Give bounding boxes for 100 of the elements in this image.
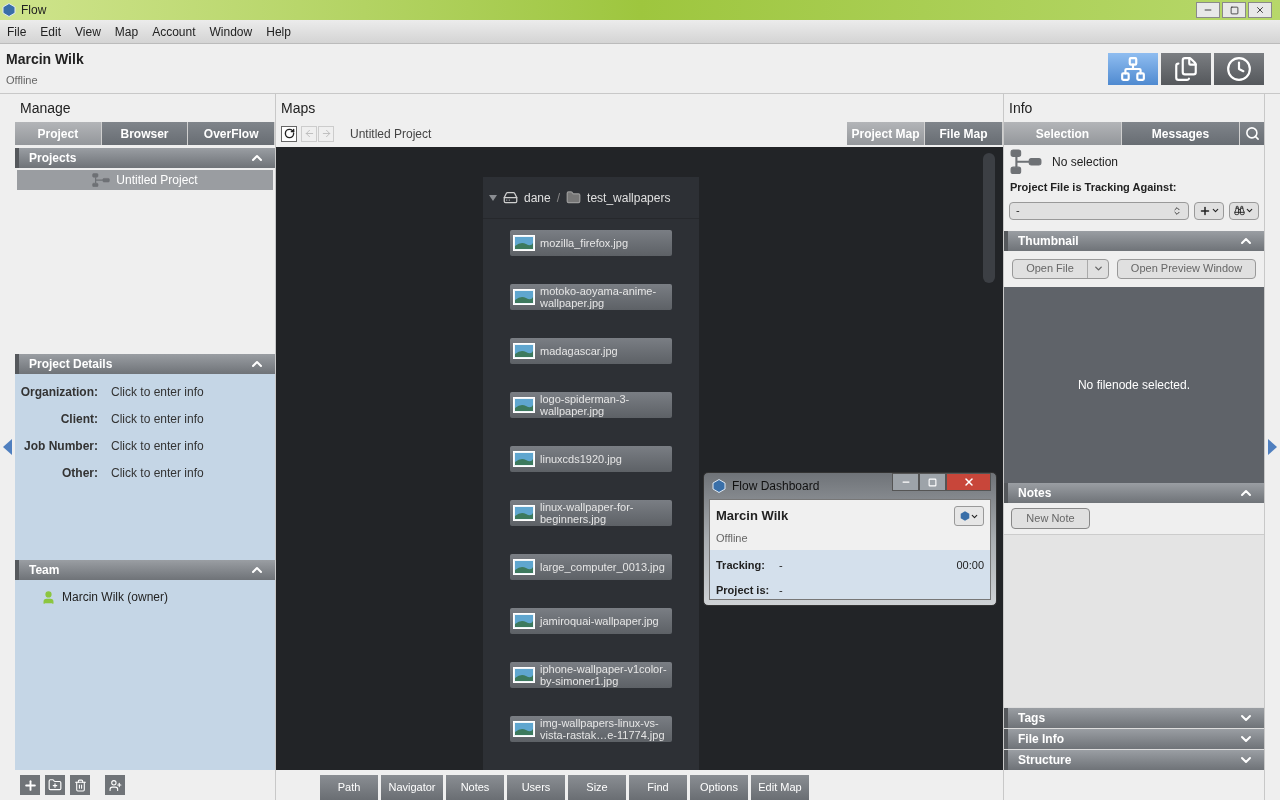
minimize-button[interactable] (1196, 2, 1220, 18)
bottom-tab[interactable]: Path (320, 775, 378, 800)
refresh-button[interactable] (281, 125, 297, 142)
add-user-button[interactable] (105, 775, 125, 795)
bottom-tab[interactable]: Find (629, 775, 687, 800)
binoculars-icon (1234, 205, 1245, 216)
team-member[interactable]: Marcin Wilk (owner) (62, 588, 168, 606)
field-value[interactable]: Click to enter info (111, 383, 204, 401)
image-icon (513, 505, 535, 521)
field-value[interactable]: Click to enter info (111, 410, 204, 428)
section-header[interactable]: File Info (1004, 729, 1264, 749)
user-status: Offline (6, 72, 39, 88)
mode-button[interactable] (1214, 52, 1264, 85)
user-icon (41, 589, 56, 605)
bottom-tab[interactable]: Size (568, 775, 626, 800)
section-header[interactable]: Project Details (15, 354, 275, 374)
tracking-select[interactable]: - (1009, 201, 1189, 220)
tab[interactable]: Selection (1004, 122, 1122, 145)
folder-icon (566, 190, 582, 205)
menu-item[interactable]: File (7, 22, 27, 41)
section-header[interactable]: Notes (1004, 482, 1264, 503)
bottom-tab[interactable]: Users (507, 775, 565, 800)
open-preview-button[interactable]: Open Preview Window (1117, 258, 1256, 279)
image-icon (513, 667, 535, 683)
file-node[interactable]: mozilla_firefox.jpg (510, 230, 672, 256)
field-label: Client: (59, 411, 98, 428)
file-node[interactable]: large_computer_0013.jpg (510, 554, 672, 580)
field-value[interactable]: Click to enter info (111, 437, 204, 455)
bottom-tab[interactable]: Navigator (381, 775, 443, 800)
field-label: Tracking: (716, 558, 766, 573)
trash-icon (73, 778, 87, 792)
breadcrumb: Untitled Project (350, 125, 433, 143)
tab[interactable]: Project Map (847, 122, 925, 145)
menu-item[interactable]: Window (209, 22, 253, 41)
mode-button[interactable] (1161, 52, 1211, 85)
file-node[interactable]: motoko-aoyama-anime-wallpaper.jpg (510, 284, 672, 310)
section-header[interactable]: Thumbnail (1004, 230, 1264, 251)
image-icon (513, 559, 535, 575)
file-node[interactable]: logo-spiderman-3-wallpaper.jpg (510, 392, 672, 418)
close-icon (962, 476, 975, 488)
scrollbar[interactable] (983, 153, 995, 283)
tab[interactable]: Messages (1122, 122, 1240, 145)
menu-item[interactable]: Edit (40, 22, 62, 41)
network-icon (1120, 55, 1146, 82)
minimize-button[interactable] (892, 473, 919, 491)
menu-item[interactable]: Help (266, 22, 291, 41)
section-header[interactable]: Tags (1004, 708, 1264, 728)
app-logo-icon (959, 511, 970, 521)
drive-name[interactable]: dane (524, 188, 551, 207)
file-name: large_computer_0013.jpg (540, 561, 665, 573)
expand-right-button[interactable] (1268, 439, 1277, 455)
user-plus-icon (108, 778, 122, 792)
folder-name[interactable]: test_wallpapers (587, 188, 671, 207)
open-file-split-button[interactable]: Open File (1012, 258, 1109, 279)
bottom-tab[interactable]: Edit Map (751, 775, 809, 800)
menu-item[interactable]: Map (114, 22, 139, 41)
section-header[interactable]: Team (15, 560, 275, 580)
tab[interactable]: OverFlow (188, 122, 275, 145)
field-value: - (779, 582, 784, 598)
field-value[interactable]: Click to enter info (111, 464, 204, 482)
bottom-tab[interactable]: Options (690, 775, 748, 800)
image-icon (513, 397, 535, 413)
menu-item[interactable]: Account (152, 22, 196, 41)
file-name: jamiroquai-wallpaper.jpg (540, 615, 659, 627)
file-name: img-wallpapers-linux-vs-vista-rastak…e-11774.jpg (540, 717, 666, 741)
file-node[interactable]: madagascar.jpg (510, 338, 672, 364)
refresh-icon (283, 128, 295, 139)
image-icon (513, 721, 535, 737)
maximize-icon (1229, 5, 1239, 15)
file-node[interactable]: iphone-wallpaper-v1color-by-simoner1.jpg (510, 662, 672, 688)
file-node[interactable]: jamiroquai-wallpaper.jpg (510, 608, 672, 634)
close-button[interactable] (1248, 2, 1272, 18)
tab[interactable]: Project (15, 122, 102, 145)
file-node[interactable]: linux-wallpaper-for-beginners.jpg (510, 500, 672, 526)
project-item[interactable]: Untitled Project (17, 170, 273, 190)
binoculars-menu-button[interactable] (1229, 201, 1259, 220)
add-menu-button[interactable] (1194, 201, 1224, 220)
tab[interactable]: File Map (925, 122, 1003, 145)
status-menu-button[interactable] (954, 506, 984, 526)
expanded-triangle-icon[interactable] (489, 193, 497, 202)
maximize-button[interactable] (919, 473, 946, 491)
delete-button[interactable] (70, 775, 90, 795)
close-button[interactable] (946, 473, 991, 491)
search-button[interactable] (1240, 122, 1264, 145)
field-value: - (779, 558, 784, 573)
user-status: Offline (716, 530, 749, 546)
new-note-button[interactable]: New Note (1011, 507, 1090, 529)
maximize-button[interactable] (1222, 2, 1246, 18)
file-node[interactable]: linuxcds1920.jpg (510, 446, 672, 472)
section-header[interactable]: Projects (15, 148, 275, 168)
file-node[interactable]: img-wallpapers-linux-vs-vista-rastak…e-11774.jpg (510, 716, 672, 742)
add-button[interactable] (20, 775, 40, 795)
section-header[interactable]: Structure (1004, 750, 1264, 770)
bottom-tab[interactable]: Notes (446, 775, 504, 800)
file-name: madagascar.jpg (540, 345, 618, 357)
menu-item[interactable]: View (75, 22, 101, 41)
new-folder-button[interactable] (45, 775, 65, 795)
select-value: - (1016, 203, 1020, 219)
tab[interactable]: Browser (101, 122, 189, 145)
mode-button[interactable] (1108, 52, 1158, 85)
